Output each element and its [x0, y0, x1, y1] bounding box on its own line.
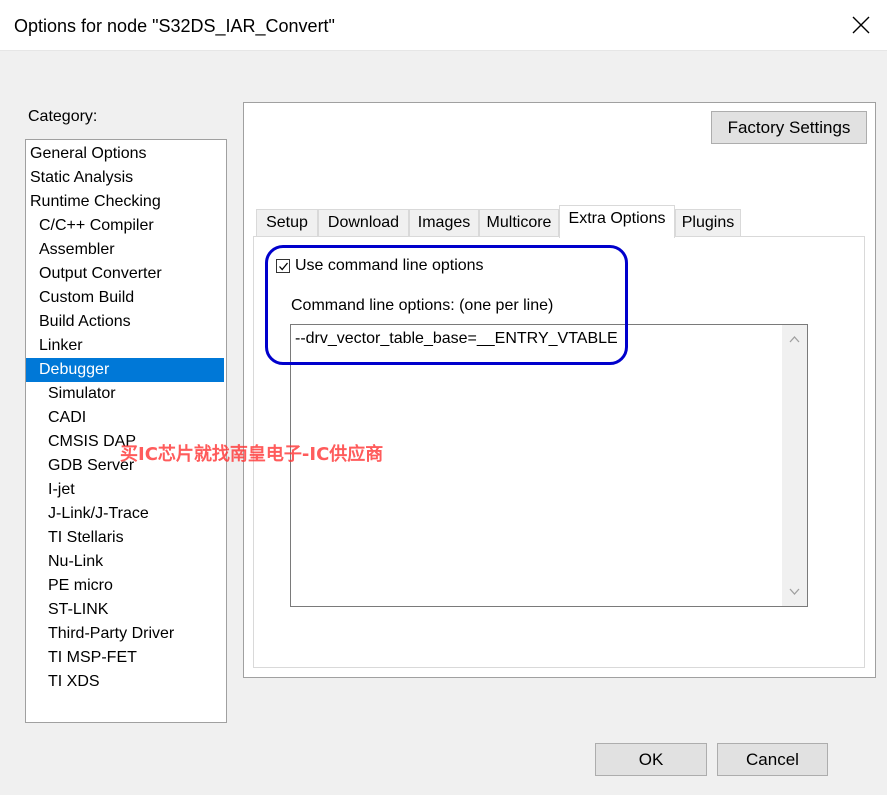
- category-item-runtime-checking[interactable]: Runtime Checking: [26, 190, 224, 214]
- vertical-scrollbar[interactable]: [782, 325, 807, 606]
- category-item-simulator[interactable]: Simulator: [26, 382, 224, 406]
- category-item-custom-build[interactable]: Custom Build: [26, 286, 224, 310]
- category-item-static-analysis[interactable]: Static Analysis: [26, 166, 224, 190]
- category-item-third-party-driver[interactable]: Third-Party Driver: [26, 622, 224, 646]
- category-item-build-actions[interactable]: Build Actions: [26, 310, 224, 334]
- tab-plugins[interactable]: Plugins: [675, 209, 741, 237]
- tab-images[interactable]: Images: [409, 209, 479, 237]
- tab-multicore[interactable]: Multicore: [479, 209, 559, 237]
- tab-download[interactable]: Download: [318, 209, 409, 237]
- highlight-annotation: [265, 245, 628, 365]
- close-icon: [852, 16, 870, 34]
- window-title: Options for node "S32DS_IAR_Convert": [14, 16, 335, 36]
- category-item-linker[interactable]: Linker: [26, 334, 224, 358]
- category-item-ti-xds[interactable]: TI XDS: [26, 670, 224, 694]
- category-label: Category:: [28, 108, 98, 125]
- category-item-output-converter[interactable]: Output Converter: [26, 262, 224, 286]
- title-bar: Options for node "S32DS_IAR_Convert": [0, 0, 887, 50]
- category-item-cadi[interactable]: CADI: [26, 406, 224, 430]
- category-item-pe-micro[interactable]: PE micro: [26, 574, 224, 598]
- category-item-cpp-compiler[interactable]: C/C++ Compiler: [26, 214, 224, 238]
- scroll-down-arrow-icon[interactable]: [789, 588, 800, 596]
- watermark-text: 买IC芯片就找南皇电子-IC供应商: [120, 444, 384, 465]
- category-item-debugger[interactable]: Debugger: [26, 358, 224, 382]
- category-item-ti-msp-fet[interactable]: TI MSP-FET: [26, 646, 224, 670]
- ok-button[interactable]: OK: [595, 743, 707, 776]
- category-item-assembler[interactable]: Assembler: [26, 238, 224, 262]
- factory-settings-button[interactable]: Factory Settings: [711, 111, 867, 144]
- category-list[interactable]: General Options Static Analysis Runtime …: [25, 139, 227, 723]
- category-item-ti-stellaris[interactable]: TI Stellaris: [26, 526, 224, 550]
- tab-setup[interactable]: Setup: [256, 209, 318, 237]
- tab-extra-options[interactable]: Extra Options: [559, 205, 675, 238]
- cancel-button[interactable]: Cancel: [717, 743, 828, 776]
- scroll-up-arrow-icon[interactable]: [789, 335, 800, 343]
- category-item-nu-link[interactable]: Nu-Link: [26, 550, 224, 574]
- close-button[interactable]: [835, 0, 887, 50]
- category-item-i-jet[interactable]: I-jet: [26, 478, 224, 502]
- category-item-j-link[interactable]: J-Link/J-Trace: [26, 502, 224, 526]
- category-item-st-link[interactable]: ST-LINK: [26, 598, 224, 622]
- category-item-general-options[interactable]: General Options: [26, 142, 224, 166]
